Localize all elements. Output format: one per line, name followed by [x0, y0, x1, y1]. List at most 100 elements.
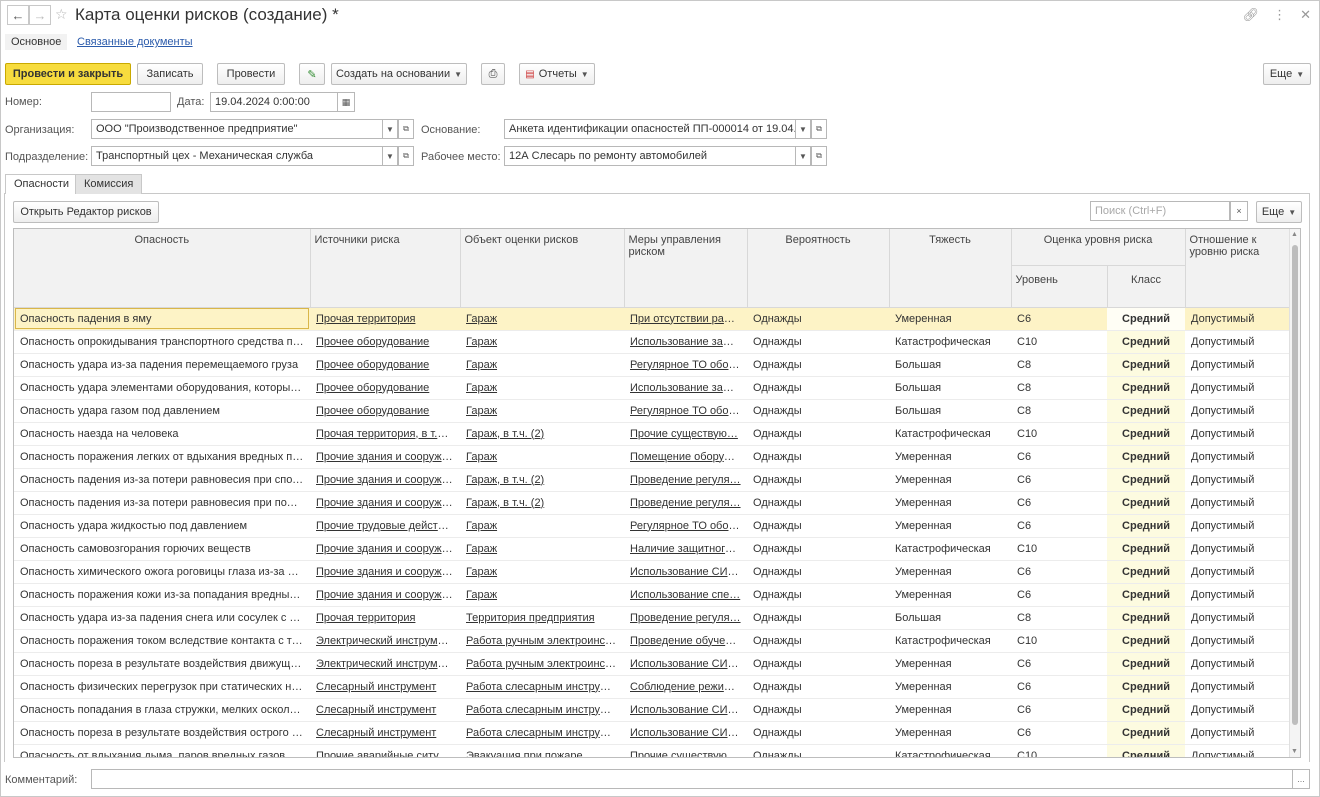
cell-source[interactable]: Прочая территория — [310, 606, 460, 630]
table-row[interactable]: Опасность удара из-за падения снега или … — [14, 606, 1291, 630]
cell-measure-link[interactable]: Прочие существую… — [630, 428, 738, 440]
cell-measure[interactable]: Проведение регуля… — [624, 491, 747, 515]
cell-source[interactable]: Слесарный инструмент — [310, 721, 460, 745]
table-row[interactable]: Опасность падения из-за потери равновеси… — [14, 491, 1291, 515]
more-vertical-icon[interactable]: ⋮ — [1273, 7, 1286, 23]
cell-measure-link[interactable]: Проведение обучен… — [630, 635, 742, 647]
cell-source-link[interactable]: Слесарный инструмент — [316, 681, 436, 693]
table-row[interactable]: Опасность физических перегрузок при стат… — [14, 675, 1291, 699]
cell-object[interactable]: Работа ручным электроинст… — [460, 629, 624, 653]
cell-measure-link[interactable]: Использование СИЗ… — [630, 566, 745, 578]
cell-source-link[interactable]: Прочие здания и сооруже… — [316, 451, 459, 463]
cell-object-link[interactable]: Работа слесарным инструм… — [466, 704, 618, 716]
cell-source[interactable]: Прочее оборудование — [310, 399, 460, 423]
cell-object-link[interactable]: Гараж, в т.ч. (2) — [466, 497, 544, 509]
workplace-field[interactable]: 12А Слесарь по ремонту автомобилей — [504, 146, 796, 166]
edit-pen-button[interactable]: ✎ — [299, 63, 325, 85]
cell-measure-link[interactable]: Использование СИЗ… — [630, 727, 745, 739]
col-level[interactable]: Уровень — [1011, 265, 1108, 308]
cell-source[interactable]: Электрический инструмент — [310, 629, 460, 653]
cell-measure-link[interactable]: Наличие защитного… — [630, 543, 742, 555]
organization-dropdown[interactable]: ▼ — [382, 119, 398, 139]
department-open[interactable]: ⧉ — [398, 146, 414, 166]
col-hazard[interactable]: Опасность — [14, 229, 311, 308]
cell-object[interactable]: Гараж — [460, 560, 624, 584]
table-row[interactable]: Опасность наезда на человека Прочая терри… — [14, 422, 1291, 446]
cell-source[interactable]: Прочая территория, в т.ч. … — [310, 422, 460, 446]
cell-object-link[interactable]: Гараж — [466, 405, 497, 417]
cell-measure[interactable]: Регулярное ТО обор… — [624, 353, 747, 377]
cell-object[interactable]: Гараж — [460, 583, 624, 607]
vertical-scrollbar[interactable]: ▲ ▼ — [1289, 229, 1300, 757]
cell-measure[interactable]: Помещение оборуд… — [624, 445, 747, 469]
cell-source-link[interactable]: Прочие здания и сооруже… — [316, 589, 459, 601]
open-risk-editor-button[interactable]: Открыть Редактор рисков — [13, 201, 159, 223]
tab-related-documents[interactable]: Связанные документы — [71, 34, 199, 50]
cell-object-link[interactable]: Работа ручным электроинст… — [466, 635, 621, 647]
cell-source-link[interactable]: Электрический инструмент — [316, 658, 455, 670]
cell-measure[interactable]: Соблюдение режим… — [624, 675, 747, 699]
create-based-on-button[interactable]: Создать на основании ▼ — [331, 63, 467, 85]
col-object[interactable]: Объект оценки рисков — [460, 229, 625, 308]
cell-object-link[interactable]: Гараж — [466, 336, 497, 348]
cell-object-link[interactable]: Территория предприятия — [466, 612, 595, 624]
cell-measure[interactable]: Использование СИЗ… — [624, 652, 747, 676]
cell-measure-link[interactable]: При отсутствии раб… — [630, 313, 741, 325]
table-row[interactable]: Опасность химического ожога роговицы гла… — [14, 560, 1291, 584]
cell-source[interactable]: Слесарный инструмент — [310, 698, 460, 722]
cell-object-link[interactable]: Гараж — [466, 313, 497, 325]
cell-source[interactable]: Прочее оборудование — [310, 376, 460, 400]
cell-object[interactable]: Гараж — [460, 307, 624, 331]
cell-measure[interactable]: Проведение обучен… — [624, 629, 747, 653]
cell-measure[interactable]: Использование защ… — [624, 376, 747, 400]
table-row[interactable]: Опасность пореза в результате воздействи… — [14, 721, 1291, 745]
cell-measure-link[interactable]: Регулярное ТО обор… — [630, 405, 746, 417]
table-row[interactable]: Опасность удара газом под давлением Проче… — [14, 399, 1291, 423]
cell-measure[interactable]: Наличие защитного… — [624, 537, 747, 561]
cell-measure-link[interactable]: Использование защ… — [630, 382, 743, 394]
cell-measure[interactable]: Прочие существую… — [624, 744, 747, 758]
cell-object[interactable]: Работа ручным электроинст… — [460, 652, 624, 676]
table-row[interactable]: Опасность поражения легких от вдыхания в… — [14, 445, 1291, 469]
table-more-button[interactable]: Еще ▼ — [1256, 201, 1302, 223]
cell-measure-link[interactable]: Использование СИЗ… — [630, 658, 745, 670]
basis-open[interactable]: ⧉ — [811, 119, 827, 139]
cell-measure-link[interactable]: Использование СИЗ… — [630, 704, 745, 716]
cell-measure-link[interactable]: Прочие существую… — [630, 750, 738, 758]
link-icon[interactable]: 🔗︎ — [1243, 7, 1260, 23]
cell-measure[interactable]: Регулярное ТО обор… — [624, 399, 747, 423]
reports-button[interactable]: ▤ Отчеты ▼ — [519, 63, 595, 85]
cell-source-link[interactable]: Прочая территория — [316, 313, 415, 325]
cell-measure[interactable]: Проведение регуля… — [624, 606, 747, 630]
more-button[interactable]: Еще ▼ — [1263, 63, 1311, 85]
cell-measure-link[interactable]: Проведение регуля… — [630, 497, 741, 509]
cell-source[interactable]: Прочие здания и сооруже… — [310, 560, 460, 584]
table-row[interactable]: Опасность поражения кожи из-за попадания… — [14, 583, 1291, 607]
cell-source-link[interactable]: Прочие аварийные ситуа… — [316, 750, 456, 758]
cell-source[interactable]: Прочее оборудование — [310, 330, 460, 354]
scroll-up-icon[interactable]: ▲ — [1291, 231, 1298, 238]
cell-object[interactable]: Гараж — [460, 399, 624, 423]
table-row[interactable]: Опасность пореза в результате воздействи… — [14, 652, 1291, 676]
cell-source[interactable]: Прочие здания и сооруже… — [310, 583, 460, 607]
forward-button[interactable]: → — [29, 5, 51, 25]
cell-object[interactable]: Эвакуация при пожаре — [460, 744, 624, 757]
tab-main[interactable]: Основное — [5, 34, 68, 50]
post-button[interactable]: Провести — [217, 63, 285, 85]
search-input[interactable]: Поиск (Ctrl+F) — [1090, 201, 1230, 221]
cell-source-link[interactable]: Прочее оборудование — [316, 336, 429, 348]
comment-expand-button[interactable]: … — [1292, 769, 1310, 789]
cell-source-link[interactable]: Слесарный инструмент — [316, 727, 436, 739]
scroll-down-icon[interactable]: ▼ — [1291, 748, 1298, 755]
table-row[interactable]: Опасность опрокидывания транспортного ср… — [14, 330, 1291, 354]
cell-source-link[interactable]: Прочая территория — [316, 612, 415, 624]
cell-measure-link[interactable]: Помещение оборуд… — [630, 451, 741, 463]
comment-field[interactable] — [91, 769, 1293, 789]
cell-source[interactable]: Электрический инструмент — [310, 652, 460, 676]
table-row[interactable]: Опасность падения из-за потери равновеси… — [14, 468, 1291, 492]
basis-dropdown[interactable]: ▼ — [795, 119, 811, 139]
cell-measure-link[interactable]: Проведение регуля… — [630, 612, 741, 624]
cell-measure[interactable]: Использование СИЗ… — [624, 560, 747, 584]
cell-object[interactable]: Гараж — [460, 353, 624, 377]
cell-source[interactable]: Прочие здания и сооруже… — [310, 445, 460, 469]
